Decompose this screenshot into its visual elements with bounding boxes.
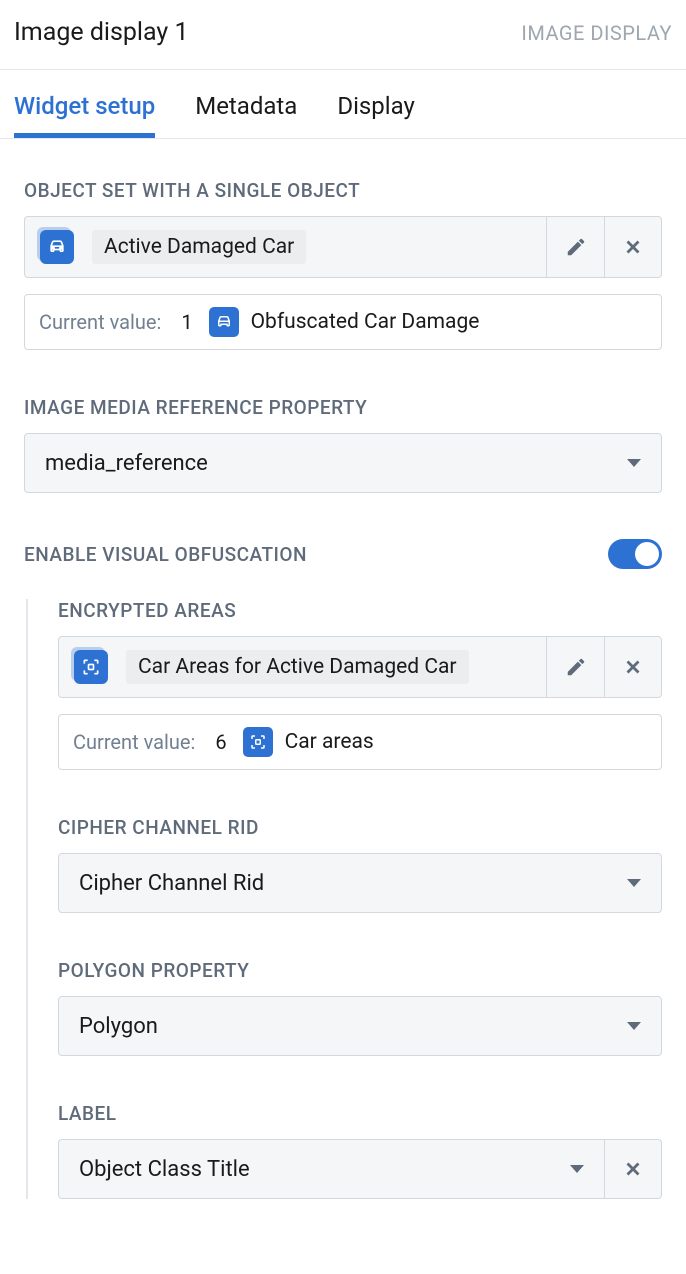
polygon-value: Polygon <box>79 1014 158 1039</box>
car-icon <box>40 230 74 264</box>
media-ref-label: IMAGE MEDIA REFERENCE PROPERTY <box>24 396 662 419</box>
obfuscation-settings: ENCRYPTED AREAS Car Areas for Active Dam… <box>26 599 662 1199</box>
media-ref-select[interactable]: media_reference <box>24 433 662 493</box>
object-set-field: Active Damaged Car <box>24 216 662 278</box>
cipher-value: Cipher Channel Rid <box>79 871 264 896</box>
current-value-text: Car areas <box>285 730 374 754</box>
toggle-knob <box>635 542 659 566</box>
object-set-current-value: Current value: 1 Obfuscated Car Damage <box>24 294 662 350</box>
current-value-count: 1 <box>181 310 192 334</box>
encrypted-current-value: Current value: 6 Car areas <box>58 714 662 770</box>
car-icon <box>209 307 239 337</box>
remove-button[interactable] <box>604 636 662 698</box>
chevron-down-icon <box>627 459 641 467</box>
tab-display[interactable]: Display <box>337 70 415 138</box>
scan-icon <box>74 650 108 684</box>
cipher-label: CIPHER CHANNEL RID <box>58 816 662 839</box>
chevron-down-icon <box>627 879 641 887</box>
remove-button[interactable] <box>604 1139 662 1199</box>
label-value: Object Class Title <box>79 1157 250 1182</box>
edit-button[interactable] <box>546 636 604 698</box>
tabs: Widget setup Metadata Display <box>0 70 686 139</box>
edit-button[interactable] <box>546 216 604 278</box>
media-ref-value: media_reference <box>45 451 208 476</box>
widget-type-label: IMAGE DISPLAY <box>521 21 672 45</box>
obfuscation-label: ENABLE VISUAL OBFUSCATION <box>24 543 307 566</box>
current-value-label: Current value: <box>39 310 161 334</box>
encrypted-areas-field: Car Areas for Active Damaged Car <box>58 636 662 698</box>
encrypted-areas-chip[interactable]: Car Areas for Active Damaged Car <box>58 636 546 698</box>
cipher-select[interactable]: Cipher Channel Rid <box>58 853 662 913</box>
scan-icon <box>243 727 273 757</box>
tab-widget-setup[interactable]: Widget setup <box>14 70 155 138</box>
label-field-label: LABEL <box>58 1102 662 1125</box>
object-set-chip[interactable]: Active Damaged Car <box>24 216 546 278</box>
header: Image display 1 IMAGE DISPLAY <box>0 0 686 70</box>
object-set-chip-text: Active Damaged Car <box>92 230 306 264</box>
chevron-down-icon <box>627 1022 641 1030</box>
current-value-count: 6 <box>215 730 226 754</box>
polygon-label: POLYGON PROPERTY <box>58 959 662 982</box>
obfuscation-toggle[interactable] <box>608 539 662 569</box>
tab-metadata[interactable]: Metadata <box>195 70 297 138</box>
remove-button[interactable] <box>604 216 662 278</box>
obfuscation-row: ENABLE VISUAL OBFUSCATION <box>24 539 662 569</box>
encrypted-areas-label: ENCRYPTED AREAS <box>58 599 662 622</box>
current-value-text: Obfuscated Car Damage <box>251 310 480 334</box>
current-value-label: Current value: <box>73 730 195 754</box>
polygon-select[interactable]: Polygon <box>58 996 662 1056</box>
encrypted-areas-chip-text: Car Areas for Active Damaged Car <box>126 650 469 684</box>
object-set-label: OBJECT SET WITH A SINGLE OBJECT <box>24 179 662 202</box>
chevron-down-icon <box>570 1165 584 1173</box>
page-title: Image display 1 <box>14 18 189 47</box>
content: OBJECT SET WITH A SINGLE OBJECT Active D… <box>0 139 686 1199</box>
label-select[interactable]: Object Class Title <box>58 1139 604 1199</box>
